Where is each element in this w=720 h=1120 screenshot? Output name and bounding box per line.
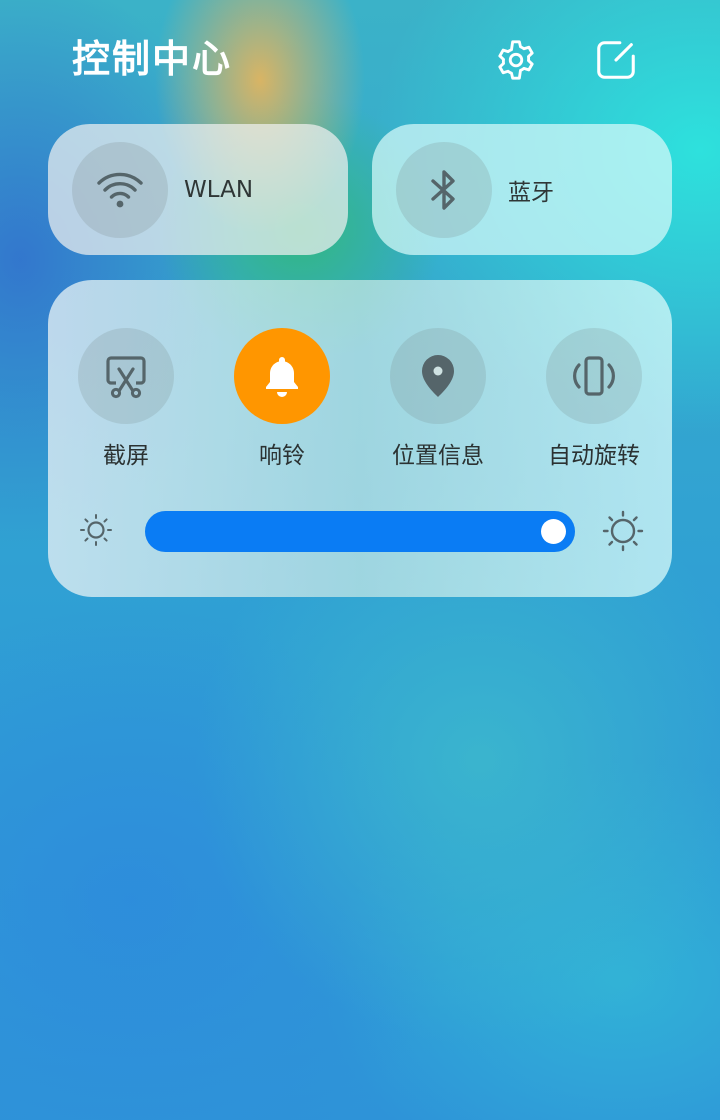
ring-toggle-circle [234,328,330,424]
bluetooth-icon-circle [396,141,492,238]
quick-settings-panel: 截屏 响铃 位置信息 自动旋转 [48,280,672,597]
edit-button[interactable] [590,34,642,86]
brightness-slider-thumb[interactable] [541,519,566,544]
auto-rotate-label: 自动旋转 [548,443,640,469]
auto-rotate-toggle-circle [546,328,642,424]
brightness-high-icon [602,510,644,552]
auto-rotate-icon [573,356,615,396]
wlan-icon-circle [72,141,168,238]
wlan-tile[interactable]: WLAN [48,124,348,255]
location-pin-icon [422,355,454,397]
wifi-icon [97,172,143,207]
bluetooth-icon [431,169,455,210]
location-toggle[interactable]: 位置信息 [360,328,516,470]
screenshot-icon [106,356,146,399]
ring-toggle[interactable]: 响铃 [204,328,360,470]
location-toggle-circle [390,328,486,424]
bluetooth-tile[interactable]: 蓝牙 [372,124,672,255]
edit-icon [597,41,635,79]
wlan-label: WLAN [184,176,254,203]
screenshot-toggle-circle [78,328,174,424]
brightness-low-icon [80,514,112,546]
page-title: 控制中心 [72,37,233,81]
screenshot-toggle[interactable]: 截屏 [48,328,204,470]
brightness-slider[interactable] [145,511,575,552]
bluetooth-label: 蓝牙 [508,179,554,206]
control-center-header: 控制中心 [0,0,720,120]
location-label: 位置信息 [392,443,484,469]
gear-icon [498,40,534,80]
settings-button[interactable] [490,34,542,86]
bell-icon [266,357,298,397]
ring-label: 响铃 [259,443,305,469]
auto-rotate-toggle[interactable]: 自动旋转 [516,328,672,470]
brightness-slider-fill [145,511,575,552]
screenshot-label: 截屏 [103,443,149,469]
